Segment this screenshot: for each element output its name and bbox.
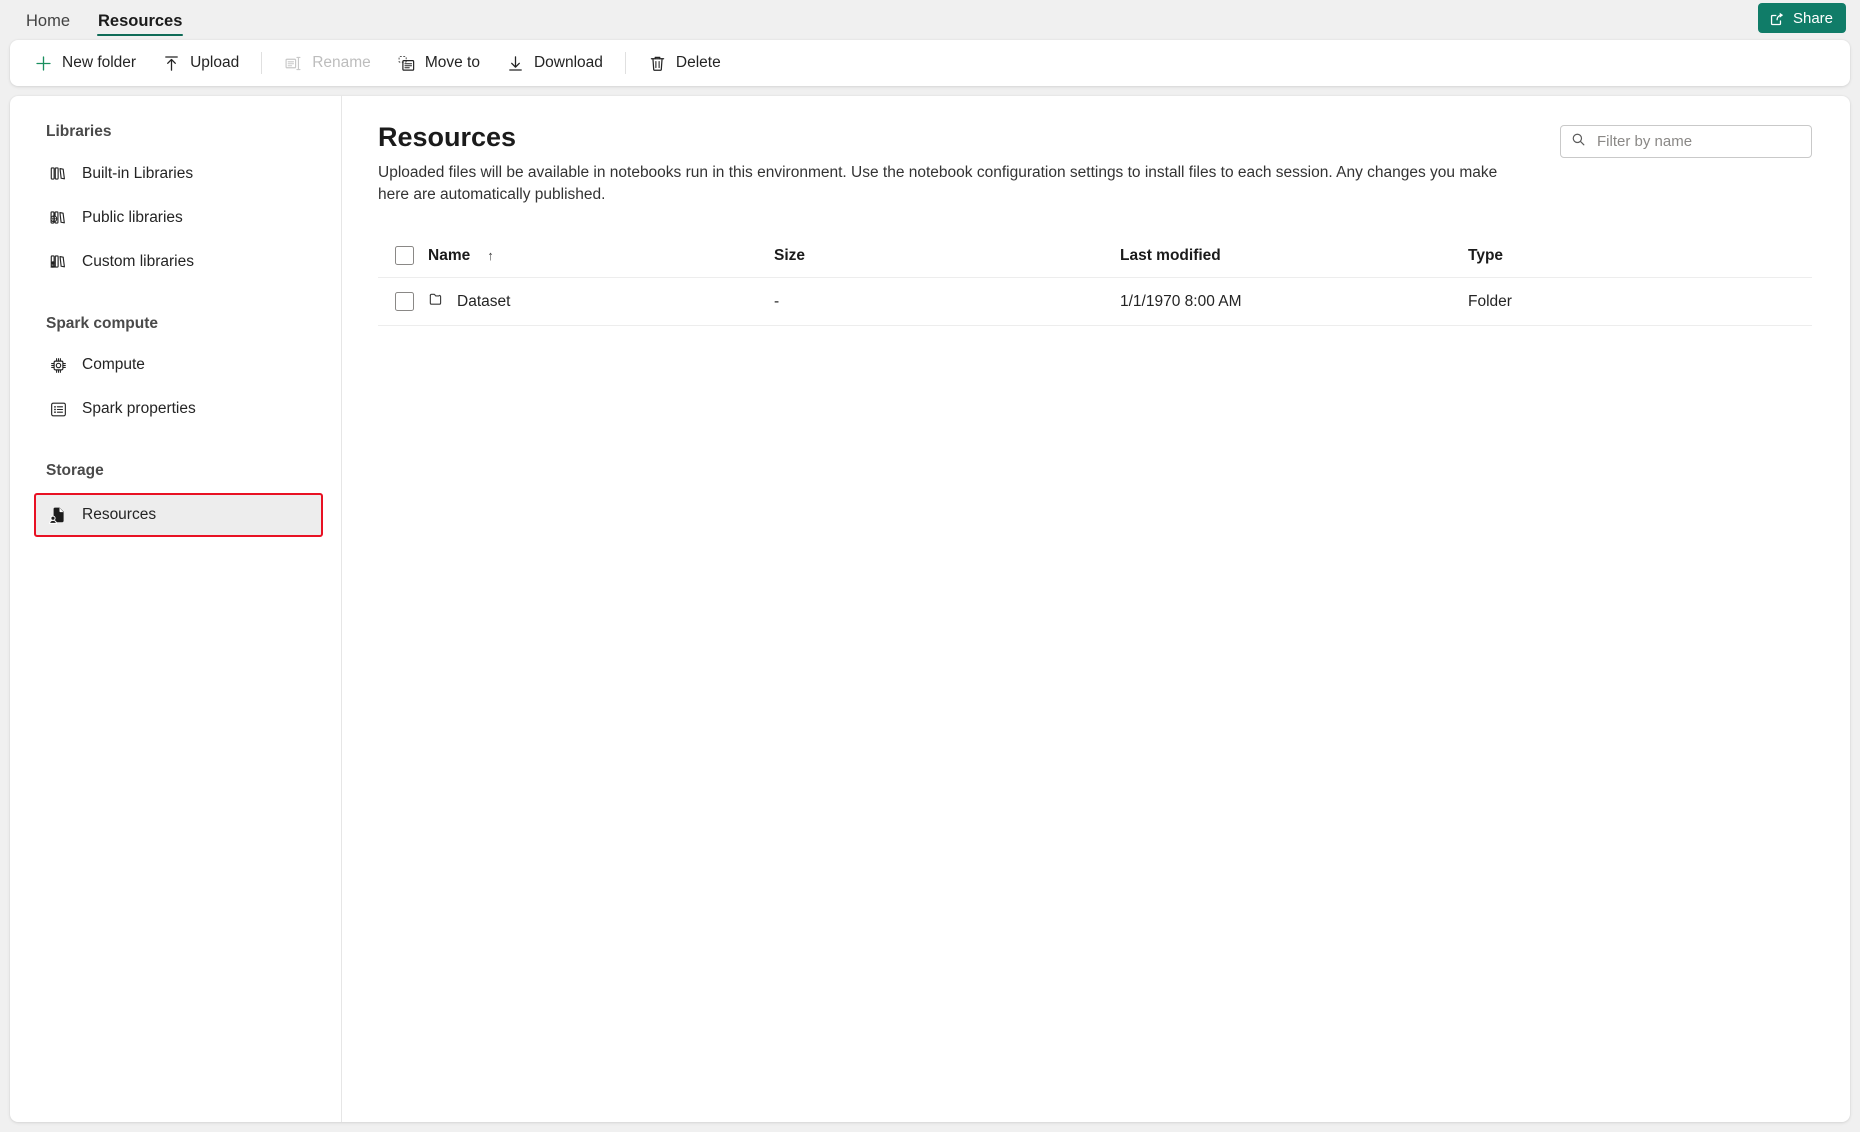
sidebar-item-label: Custom libraries	[82, 252, 194, 270]
sidebar-item-label: Resources	[82, 505, 157, 523]
table-header-row: Name ↑ Size Last modified Type	[378, 234, 1812, 279]
share-button[interactable]: Share	[1757, 3, 1846, 33]
new-folder-label: New folder	[62, 54, 137, 71]
column-header-type[interactable]: Type	[1468, 247, 1812, 265]
table-row[interactable]: Dataset - 1/1/1970 8:00 AM Folder	[378, 278, 1812, 327]
row-select-cell	[378, 292, 428, 312]
rename-button[interactable]: Rename	[272, 46, 383, 80]
toolbar-separator-1	[261, 52, 263, 74]
search-icon	[1571, 132, 1586, 152]
resources-table: Name ↑ Size Last modified Type Dataset -…	[378, 234, 1812, 327]
resources-document-person-icon	[48, 505, 68, 525]
cpu-chip-icon	[48, 355, 68, 375]
tab-home[interactable]: Home	[12, 12, 84, 37]
sidebar-item-custom-libraries[interactable]: Custom libraries	[36, 242, 321, 282]
page-title: Resources	[378, 122, 517, 152]
main-content-card: Libraries Built-in Libraries Public libr…	[10, 96, 1850, 1122]
sidebar-item-label: Spark properties	[82, 400, 196, 417]
folder-icon	[428, 290, 446, 313]
custom-books-icon	[48, 252, 68, 272]
search-input[interactable]	[1595, 132, 1801, 151]
nav-group-storage: Storage Resources	[10, 463, 341, 537]
books-icon	[48, 164, 68, 184]
sidebar-item-public-libraries[interactable]: Public libraries	[36, 198, 321, 238]
cell-last-modified: 1/1/1970 8:00 AM	[1120, 292, 1242, 310]
nav-group-title-storage: Storage	[46, 462, 104, 479]
sidebar-item-label: Built-in Libraries	[82, 164, 194, 182]
column-header-size[interactable]: Size	[774, 247, 1120, 265]
rename-label: Rename	[312, 54, 371, 71]
column-header-name-label: Name	[428, 246, 471, 264]
sidebar-item-label: Compute	[82, 356, 145, 373]
left-navigation: Libraries Built-in Libraries Public libr…	[10, 96, 342, 1122]
move-to-label: Move to	[424, 54, 480, 71]
cell-size: -	[774, 292, 780, 310]
cell-name-label: Dataset	[457, 292, 511, 310]
toolbar-separator-2	[624, 52, 626, 74]
title-and-description: Resources Uploaded files will be availab…	[378, 122, 1530, 206]
move-to-button[interactable]: Move to	[385, 46, 492, 80]
sidebar-item-label: Public libraries	[82, 208, 183, 226]
resources-pane: Resources Uploaded files will be availab…	[342, 96, 1850, 1122]
cell-name[interactable]: Dataset	[428, 290, 774, 313]
move-to-icon	[397, 54, 416, 73]
nav-group-title-libraries: Libraries	[46, 123, 112, 140]
select-all-checkbox[interactable]	[395, 246, 414, 266]
sidebar-item-spark-properties[interactable]: Spark properties	[36, 389, 321, 429]
trash-icon	[648, 54, 667, 73]
rename-icon	[284, 54, 303, 73]
delete-button[interactable]: Delete	[636, 46, 733, 80]
tab-resources[interactable]: Resources	[84, 12, 196, 37]
page-description: Uploaded files will be available in note…	[378, 164, 1498, 204]
row-checkbox[interactable]	[395, 292, 414, 312]
upload-icon	[162, 54, 181, 73]
sort-ascending-icon: ↑	[487, 248, 494, 264]
delete-label: Delete	[675, 54, 721, 71]
nav-group-libraries: Libraries Built-in Libraries Public libr…	[10, 124, 341, 282]
download-icon	[506, 54, 525, 73]
select-all-cell	[378, 246, 428, 266]
list-properties-icon	[48, 399, 68, 419]
download-button[interactable]: Download	[494, 46, 615, 80]
sidebar-item-built-in-libraries[interactable]: Built-in Libraries	[36, 154, 321, 194]
public-books-icon	[48, 208, 68, 228]
column-header-last-modified[interactable]: Last modified	[1120, 247, 1468, 265]
top-tab-strip: Home Resources Share	[0, 0, 1860, 36]
plus-icon	[34, 54, 53, 73]
filter-by-name-box[interactable]	[1560, 125, 1812, 158]
share-icon	[1769, 10, 1786, 27]
upload-label: Upload	[190, 54, 240, 71]
new-folder-button[interactable]: New folder	[22, 46, 148, 80]
nav-group-spark-compute: Spark compute Compute Spark properties	[10, 314, 341, 430]
upload-button[interactable]: Upload	[150, 46, 251, 80]
download-label: Download	[533, 54, 603, 71]
nav-group-title-spark-compute: Spark compute	[46, 314, 158, 332]
command-toolbar: New folder Upload Rename Move to Downloa…	[10, 40, 1850, 86]
cell-type: Folder	[1468, 292, 1512, 310]
content-header: Resources Uploaded files will be availab…	[378, 122, 1812, 206]
sidebar-item-compute[interactable]: Compute	[36, 345, 321, 385]
column-header-name[interactable]: Name ↑	[428, 247, 774, 265]
share-button-label: Share	[1792, 9, 1833, 27]
sidebar-item-resources[interactable]: Resources	[34, 492, 323, 537]
